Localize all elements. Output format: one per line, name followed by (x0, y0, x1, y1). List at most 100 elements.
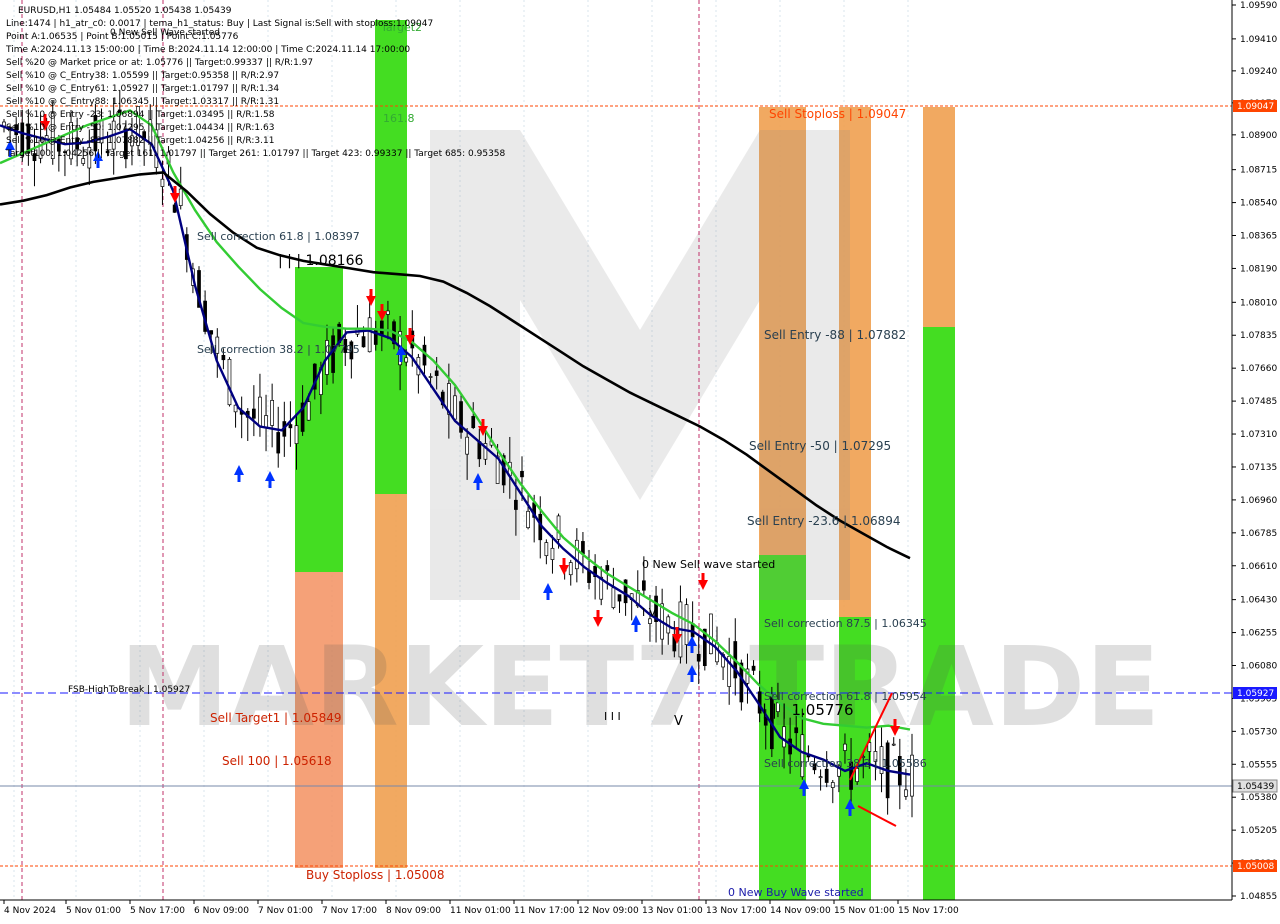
candle-body (684, 604, 689, 646)
candle-body (794, 727, 799, 734)
orange-zone-5 (923, 107, 955, 327)
info-line-6: Sell %10 @ C_Entry61: 1.05927 || Target:… (6, 84, 279, 94)
time-axis-bg (0, 900, 1280, 920)
y-tick-label: 1.07485 (1240, 397, 1277, 407)
new-buy-wave-label: 0 New Buy Wave started (728, 886, 864, 899)
candle-body (550, 547, 555, 560)
x-tick-label: 14 Nov 09:00 (770, 906, 831, 916)
candle-body (471, 416, 476, 429)
candle-body (818, 776, 823, 779)
sell-correction-618-left-label: Sell correction 61.8 | 1.08397 (197, 230, 360, 243)
candle-body (306, 401, 311, 421)
sell-entry-50-label: Sell Entry -50 | 1.07295 (749, 439, 891, 453)
y-tick-label: 1.05555 (1240, 760, 1277, 770)
candle-body (782, 726, 786, 748)
wave-iii-mark: I I I (604, 710, 621, 723)
y-tick-label: 1.05730 (1240, 727, 1277, 737)
y-tick-label: 1.08900 (1240, 131, 1277, 141)
sell-entry-88-label: Sell Entry -88 | 1.07882 (764, 328, 906, 342)
stoploss-price-tag-text: 1.09047 (1237, 102, 1274, 112)
fsb-label: FSB-HighToBreak | 1.05927 (68, 685, 190, 695)
candle-body (574, 539, 579, 570)
y-tick-label: 1.07660 (1240, 364, 1277, 374)
sell-correction-875-label: Sell correction 87.5 | 1.06345 (764, 617, 927, 630)
current-price-tag-text: 1.05439 (1237, 782, 1274, 792)
sell-100-label: Sell 100 | 1.05618 (222, 754, 332, 768)
x-tick-label: 13 Nov 17:00 (706, 906, 767, 916)
x-tick-label: 15 Nov 01:00 (834, 906, 895, 916)
x-tick-label: 7 Nov 01:00 (258, 906, 313, 916)
candle-body (526, 510, 530, 529)
candle-body (227, 358, 232, 406)
green-zone-5 (923, 327, 955, 900)
candle-body (288, 424, 293, 429)
info-line-4: Sell %20 @ Market price or at: 1.05776 |… (6, 58, 313, 68)
info-line-7: Sell %10 @ C_Entry88: 1.06345 || Target:… (6, 97, 279, 107)
y-tick-label: 1.06255 (1240, 629, 1277, 639)
candle-body (428, 376, 433, 378)
y-tick-label: 1.06430 (1240, 596, 1277, 606)
candle-body (544, 542, 549, 557)
y-tick-label: 1.06960 (1240, 496, 1277, 506)
sell-target1-label: Sell Target1 | 1.05849 (210, 711, 342, 725)
x-tick-label: 5 Nov 17:00 (130, 906, 185, 916)
candle-body (751, 665, 756, 671)
candle-body (788, 738, 792, 755)
chart-svg: MARKET7 TRADE Sell Stoploss | 1.09047 Se… (0, 0, 1280, 920)
point-c-label: | | | 1.05776 (762, 701, 854, 719)
y-tick-label: 1.07835 (1240, 331, 1277, 341)
buy-stoploss-price-tag-text: 1.05008 (1237, 862, 1274, 872)
info-line-2: Point A:1.06535 | Point B:1.05015 | Poin… (6, 32, 239, 42)
candle-body (605, 565, 610, 571)
y-tick-label: 1.09590 (1240, 1, 1277, 11)
fsb-price-tag-text: 1.05927 (1237, 689, 1274, 699)
candle-body (556, 515, 561, 540)
x-tick-label: 11 Nov 17:00 (514, 906, 575, 916)
candle-body (800, 734, 805, 778)
candle-body (252, 408, 256, 419)
buy-stoploss-label: Buy Stoploss | 1.05008 (306, 868, 445, 882)
candle-body (361, 336, 366, 348)
y-tick-label: 1.05380 (1240, 793, 1277, 803)
point-a-label: | | | 1.08166 (278, 253, 363, 269)
candle-body (367, 317, 372, 353)
info-line-11: Target100: 1.04256 || Target 161: 1.0179… (5, 149, 506, 159)
x-tick-label: 6 Nov 09:00 (194, 906, 249, 916)
candle-body (642, 580, 646, 591)
candle-body (379, 320, 384, 335)
x-tick-label: 4 Nov 2024 (4, 906, 56, 916)
wave-iv-mark: I V (642, 606, 657, 619)
y-tick-label: 1.07135 (1240, 463, 1277, 473)
candle-body (709, 613, 713, 655)
candle-body (696, 653, 701, 662)
green-zone-2 (375, 20, 407, 494)
candle-body (264, 415, 268, 428)
y-tick-label: 1.07310 (1240, 430, 1277, 440)
x-tick-label: 8 Nov 09:00 (386, 906, 441, 916)
candle-body (453, 395, 457, 420)
candle-body (904, 789, 908, 797)
y-tick-label: 1.08365 (1240, 232, 1277, 242)
sell-correction-382-right-label: Sell correction 38.2 | 1.05586 (764, 757, 927, 770)
y-tick-label: 1.06610 (1240, 562, 1277, 572)
candle-body (617, 594, 622, 602)
y-tick-label: 1.06785 (1240, 529, 1277, 539)
candle-body (824, 768, 829, 783)
candle-body (276, 432, 281, 454)
info-line-5: Sell %10 @ C_Entry38: 1.05599 || Target:… (6, 71, 279, 81)
info-line-8: Sell %10 @ Entry -23: 1.06894 || Target:… (6, 110, 275, 120)
candle-body (178, 188, 183, 206)
y-tick-label: 1.08190 (1240, 264, 1277, 274)
sell-entry-23-label: Sell Entry -23.6 | 1.06894 (747, 514, 901, 528)
candle-body (386, 310, 390, 315)
info-line-9: Sell %10 @ Entry -50: 1.07295 || Target:… (6, 123, 274, 133)
y-tick-label: 1.08010 (1240, 298, 1277, 308)
candle-body (160, 178, 165, 187)
candle-body (258, 396, 262, 427)
y-tick-label: 1.08715 (1240, 166, 1277, 176)
candle-body (270, 400, 274, 426)
fib-1618-label: 161.8 (383, 112, 415, 125)
chart: MARKET7 TRADE Sell Stoploss | 1.09047 Se… (0, 0, 1280, 920)
x-tick-label: 5 Nov 01:00 (66, 906, 121, 916)
symbol-line: EURUSD,H1 1.05484 1.05520 1.05438 1.0543… (18, 6, 232, 16)
